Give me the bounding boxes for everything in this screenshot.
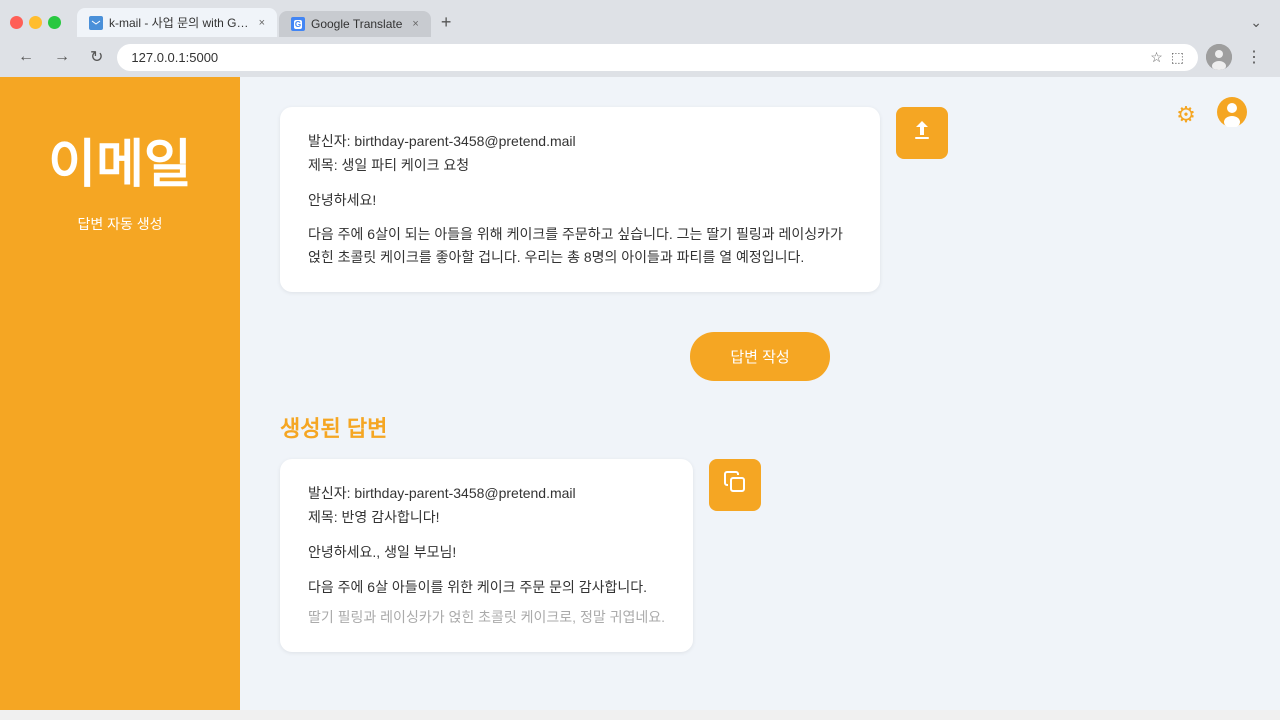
reply-sender-value: birthday-parent-3458@pretend.mail bbox=[354, 485, 575, 501]
original-subject-line: 제목: 생일 파티 케이크 요청 bbox=[308, 155, 852, 175]
sidebar-title: 이메일 bbox=[48, 137, 192, 194]
window-controls bbox=[10, 16, 61, 29]
reply-greeting: 안녕하세요., 생일 부모님! bbox=[308, 541, 665, 563]
app-container: 이메일 답변 자동 생성 ⚙ 발신자: bbox=[0, 77, 1280, 710]
browser-titlebar: k-mail - 사업 문의 with Google... × G Google… bbox=[0, 0, 1280, 37]
reply-subject-label: 제목: bbox=[308, 509, 338, 525]
sender-label: 발신자: bbox=[308, 133, 351, 149]
original-email-card: 발신자: birthday-parent-3458@pretend.mail 제… bbox=[280, 107, 880, 292]
close-button[interactable] bbox=[10, 16, 23, 29]
copy-icon bbox=[723, 470, 747, 500]
subject-label: 제목: bbox=[308, 157, 338, 173]
forward-button[interactable]: → bbox=[48, 44, 76, 70]
tab-mail[interactable]: k-mail - 사업 문의 with Google... × bbox=[77, 8, 277, 37]
generated-section-title: 생성된 답변 bbox=[280, 411, 1240, 443]
reply-line1: 다음 주에 6살 아들이를 위한 케이크 주문 문의 감사합니다. bbox=[308, 576, 665, 598]
tab-translate-label: Google Translate bbox=[311, 17, 402, 31]
back-button[interactable]: ← bbox=[12, 44, 40, 70]
generated-email-card: 발신자: birthday-parent-3458@pretend.mail 제… bbox=[280, 459, 693, 652]
reply-subject-value: 반영 감사합니다! bbox=[342, 509, 440, 525]
tab-translate-favicon: G bbox=[291, 17, 305, 31]
expand-tabs-button[interactable]: ⌄ bbox=[1242, 10, 1270, 35]
user-avatar[interactable] bbox=[1206, 44, 1232, 70]
browser-chrome: k-mail - 사업 문의 with Google... × G Google… bbox=[0, 0, 1280, 77]
reply-btn-container: 답변 작성 bbox=[280, 332, 1240, 381]
address-bar[interactable]: 127.0.0.1:5000 ☆ ⬚ bbox=[117, 44, 1198, 71]
tab-translate[interactable]: G Google Translate × bbox=[279, 11, 431, 37]
tab-mail-label: k-mail - 사업 문의 with Google... bbox=[109, 14, 249, 31]
reply-sender-line: 발신자: birthday-parent-3458@pretend.mail bbox=[308, 483, 665, 503]
generated-email-row: 발신자: birthday-parent-3458@pretend.mail 제… bbox=[280, 459, 1240, 672]
reply-button[interactable]: 답변 작성 bbox=[690, 332, 829, 381]
browser-menu-button[interactable]: ⋮ bbox=[1240, 43, 1268, 71]
maximize-button[interactable] bbox=[48, 16, 61, 29]
original-email-body: 안녕하세요! 다음 주에 6살이 되는 아들을 위해 케이크를 주문하고 싶습니… bbox=[308, 189, 852, 268]
upload-button[interactable] bbox=[896, 107, 948, 159]
reply-line2-truncated: 딸기 필링과 레이싱카가 얹힌 초콜릿 케이크로, 정말 귀엽네요. bbox=[308, 606, 665, 628]
new-tab-button[interactable]: + bbox=[433, 8, 460, 37]
reload-button[interactable]: ↻ bbox=[84, 43, 109, 71]
top-icons: ⚙ bbox=[1168, 97, 1250, 133]
reply-subject-line: 제목: 반영 감사합니다! bbox=[308, 507, 665, 527]
browser-toolbar: ← → ↻ 127.0.0.1:5000 ☆ ⬚ ⋮ bbox=[0, 37, 1280, 77]
original-greeting: 안녕하세요! bbox=[308, 189, 852, 211]
profile-button[interactable] bbox=[1214, 97, 1250, 133]
tab-translate-close[interactable]: × bbox=[412, 18, 418, 30]
copy-button[interactable] bbox=[709, 459, 761, 511]
tabs-bar: k-mail - 사업 문의 with Google... × G Google… bbox=[77, 8, 459, 37]
sidebar-subtitle: 답변 자동 생성 bbox=[77, 214, 162, 234]
bookmark-icon[interactable]: ☆ bbox=[1150, 49, 1163, 66]
upload-icon bbox=[910, 118, 934, 148]
sender-value: birthday-parent-3458@pretend.mail bbox=[354, 133, 575, 149]
minimize-button[interactable] bbox=[29, 16, 42, 29]
user-icon bbox=[1217, 97, 1247, 134]
address-icons: ☆ ⬚ bbox=[1150, 49, 1184, 66]
tab-mail-close[interactable]: × bbox=[259, 17, 265, 29]
reply-sender-label: 발신자: bbox=[308, 485, 351, 501]
tab-mail-favicon bbox=[89, 16, 103, 30]
subject-value: 생일 파티 케이크 요청 bbox=[342, 157, 470, 173]
extensions-icon[interactable]: ⬚ bbox=[1171, 49, 1184, 66]
sidebar: 이메일 답변 자동 생성 bbox=[0, 77, 240, 710]
original-body-text: 다음 주에 6살이 되는 아들을 위해 케이크를 주문하고 싶습니다. 그는 딸… bbox=[308, 223, 852, 268]
generated-email-body: 안녕하세요., 생일 부모님! 다음 주에 6살 아들이를 위한 케이크 주문 … bbox=[308, 541, 665, 628]
gear-icon: ⚙ bbox=[1176, 102, 1196, 128]
settings-button[interactable]: ⚙ bbox=[1168, 97, 1204, 133]
original-sender-line: 발신자: birthday-parent-3458@pretend.mail bbox=[308, 131, 852, 151]
original-email-row: 발신자: birthday-parent-3458@pretend.mail 제… bbox=[280, 107, 1240, 312]
main-content: ⚙ 발신자: birthday-parent-3458@pretend.mail bbox=[240, 77, 1280, 710]
address-text: 127.0.0.1:5000 bbox=[131, 50, 1142, 65]
